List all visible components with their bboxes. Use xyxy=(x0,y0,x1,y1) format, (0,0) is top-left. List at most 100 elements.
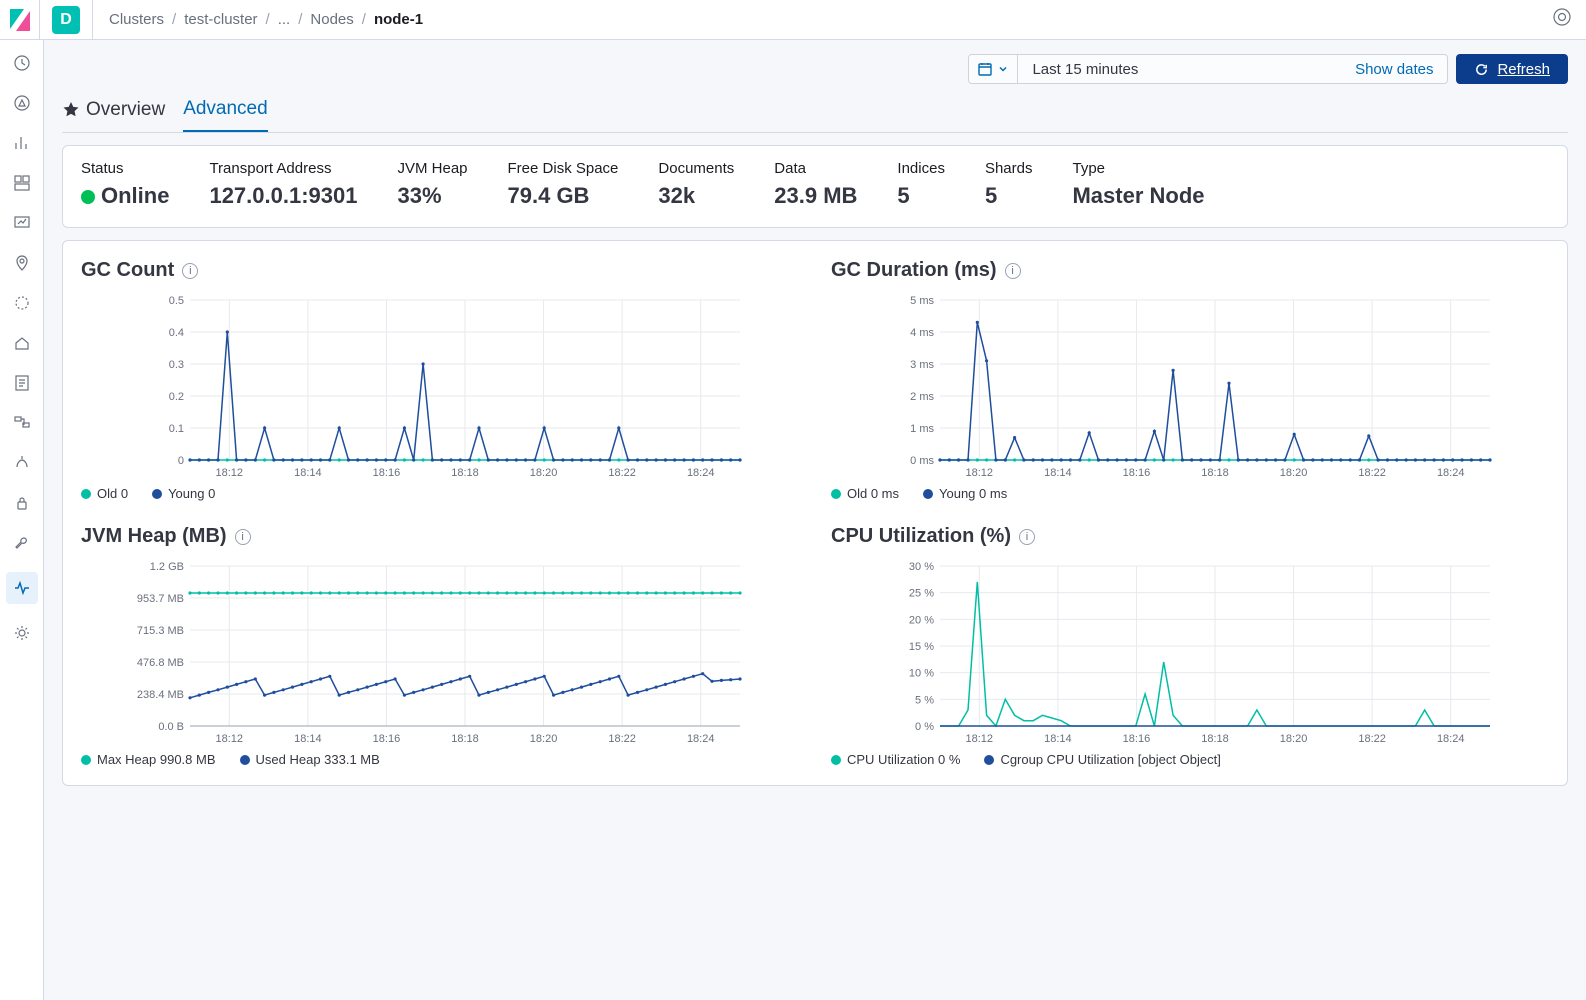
app-logo[interactable] xyxy=(0,0,40,40)
top-bar: D Clusters/ test-cluster/ .../ Nodes/ no… xyxy=(0,0,1586,40)
indices-label: Indices xyxy=(897,160,945,177)
main-content: Last 15 minutes Show dates Refresh Overv… xyxy=(44,40,1586,800)
breadcrumb-clusters[interactable]: Clusters xyxy=(109,11,164,28)
dashboard-icon[interactable] xyxy=(11,172,33,194)
svg-text:25 %: 25 % xyxy=(909,588,934,600)
svg-text:476.8 MB: 476.8 MB xyxy=(137,657,184,669)
info-icon[interactable]: i xyxy=(1005,263,1021,279)
info-icon[interactable]: i xyxy=(182,263,198,279)
info-icon[interactable]: i xyxy=(235,529,251,545)
legend-item[interactable]: Used Heap 333.1 MB xyxy=(240,752,380,767)
shards-label: Shards xyxy=(985,160,1033,177)
chart-jvm_heap: JVM Heap (MB)i0.0 B238.4 MB476.8 MB715.3… xyxy=(81,525,799,767)
date-range-input[interactable]: Last 15 minutes Show dates xyxy=(1018,54,1448,84)
type-value: Master Node xyxy=(1072,183,1204,209)
chart-plot[interactable]: 0.0 B238.4 MB476.8 MB715.3 MB953.7 MB1.2… xyxy=(81,558,799,748)
logs-icon[interactable] xyxy=(11,372,33,394)
jvm-label: JVM Heap xyxy=(397,160,467,177)
svg-text:18:24: 18:24 xyxy=(687,467,715,479)
chart-plot[interactable]: 0 ms1 ms2 ms3 ms4 ms5 ms18:1218:1418:161… xyxy=(831,292,1549,482)
date-quick-select[interactable] xyxy=(968,54,1018,84)
breadcrumb-nodes[interactable]: Nodes xyxy=(310,11,353,28)
docs-value: 32k xyxy=(658,183,734,209)
svg-text:0.2: 0.2 xyxy=(169,391,184,403)
chart-title-text: GC Duration (ms) xyxy=(831,259,997,282)
siem-icon[interactable] xyxy=(11,492,33,514)
svg-text:20 %: 20 % xyxy=(909,614,934,626)
svg-text:0.3: 0.3 xyxy=(169,359,184,371)
canvas-icon[interactable] xyxy=(11,212,33,234)
chart-gc_count: GC Counti00.10.20.30.40.518:1218:1418:16… xyxy=(81,259,799,501)
status-dot-icon xyxy=(81,190,95,204)
svg-text:18:18: 18:18 xyxy=(451,467,479,479)
svg-text:2 ms: 2 ms xyxy=(910,391,934,403)
svg-text:18:24: 18:24 xyxy=(1437,733,1465,745)
space-selector[interactable]: D xyxy=(52,6,80,34)
svg-text:953.7 MB: 953.7 MB xyxy=(137,593,184,605)
visualize-icon[interactable] xyxy=(11,132,33,154)
chart-legend: Max Heap 990.8 MB Used Heap 333.1 MB xyxy=(81,752,799,767)
legend-item[interactable]: Young 0 ms xyxy=(923,486,1007,501)
svg-text:18:16: 18:16 xyxy=(373,467,401,479)
uptime-icon[interactable] xyxy=(11,452,33,474)
indices-value: 5 xyxy=(897,183,945,209)
svg-text:18:14: 18:14 xyxy=(1044,467,1072,479)
chart-title-text: CPU Utilization (%) xyxy=(831,525,1011,548)
refresh-button[interactable]: Refresh xyxy=(1456,54,1568,84)
apm-icon[interactable] xyxy=(11,412,33,434)
data-value: 23.9 MB xyxy=(774,183,857,209)
svg-text:18:20: 18:20 xyxy=(1280,467,1308,479)
legend-item[interactable]: Max Heap 990.8 MB xyxy=(81,752,216,767)
legend-item[interactable]: CPU Utilization 0 % xyxy=(831,752,960,767)
svg-text:18:12: 18:12 xyxy=(966,733,994,745)
svg-text:18:18: 18:18 xyxy=(1201,467,1229,479)
help-icon[interactable] xyxy=(1552,7,1572,32)
discover-icon[interactable] xyxy=(11,92,33,114)
svg-text:30 %: 30 % xyxy=(909,561,934,573)
transport-value: 127.0.0.1:9301 xyxy=(209,183,357,209)
status-label: Status xyxy=(81,160,169,177)
breadcrumb-cluster[interactable]: test-cluster xyxy=(184,11,257,28)
svg-text:18:16: 18:16 xyxy=(1123,467,1151,479)
legend-item[interactable]: Young 0 xyxy=(152,486,215,501)
svg-text:18:18: 18:18 xyxy=(1201,733,1229,745)
maps-icon[interactable] xyxy=(11,252,33,274)
chart-title-text: GC Count xyxy=(81,259,174,282)
svg-text:0.1: 0.1 xyxy=(169,423,184,435)
disk-value: 79.4 GB xyxy=(508,183,619,209)
chart-plot[interactable]: 00.10.20.30.40.518:1218:1418:1618:1818:2… xyxy=(81,292,799,482)
chevron-down-icon xyxy=(997,63,1009,75)
chart-legend: Old 0 Young 0 xyxy=(81,486,799,501)
docs-label: Documents xyxy=(658,160,734,177)
legend-item[interactable]: Old 0 xyxy=(81,486,128,501)
chart-plot[interactable]: 0 %5 %10 %15 %20 %25 %30 %18:1218:1418:1… xyxy=(831,558,1549,748)
data-label: Data xyxy=(774,160,857,177)
charts-panel: GC Counti00.10.20.30.40.518:1218:1418:16… xyxy=(62,240,1568,786)
refresh-icon xyxy=(1474,62,1489,77)
svg-text:18:16: 18:16 xyxy=(1123,733,1151,745)
legend-item[interactable]: Cgroup CPU Utilization [object Object] xyxy=(984,752,1220,767)
breadcrumb-dots[interactable]: ... xyxy=(278,11,291,28)
tab-overview[interactable]: Overview xyxy=(62,92,165,132)
svg-text:15 %: 15 % xyxy=(909,641,934,653)
svg-text:0 %: 0 % xyxy=(915,721,934,733)
svg-text:0: 0 xyxy=(178,455,184,467)
chart-legend: CPU Utilization 0 % Cgroup CPU Utilizatio… xyxy=(831,752,1549,767)
infra-icon[interactable] xyxy=(11,332,33,354)
tab-advanced[interactable]: Advanced xyxy=(183,92,268,132)
legend-item[interactable]: Old 0 ms xyxy=(831,486,899,501)
chart-cpu: CPU Utilization (%)i0 %5 %10 %15 %20 %25… xyxy=(831,525,1549,767)
svg-text:18:14: 18:14 xyxy=(1044,733,1072,745)
svg-text:18:22: 18:22 xyxy=(608,467,636,479)
stack-monitoring-icon[interactable] xyxy=(6,572,38,604)
svg-text:0.0 B: 0.0 B xyxy=(158,721,184,733)
management-icon[interactable] xyxy=(11,622,33,644)
disk-label: Free Disk Space xyxy=(508,160,619,177)
recent-icon[interactable] xyxy=(11,52,33,74)
info-icon[interactable]: i xyxy=(1019,529,1035,545)
svg-text:18:12: 18:12 xyxy=(966,467,994,479)
ml-icon[interactable] xyxy=(11,292,33,314)
chart-legend: Old 0 ms Young 0 ms xyxy=(831,486,1549,501)
dev-tools-icon[interactable] xyxy=(11,532,33,554)
svg-text:18:18: 18:18 xyxy=(451,733,479,745)
